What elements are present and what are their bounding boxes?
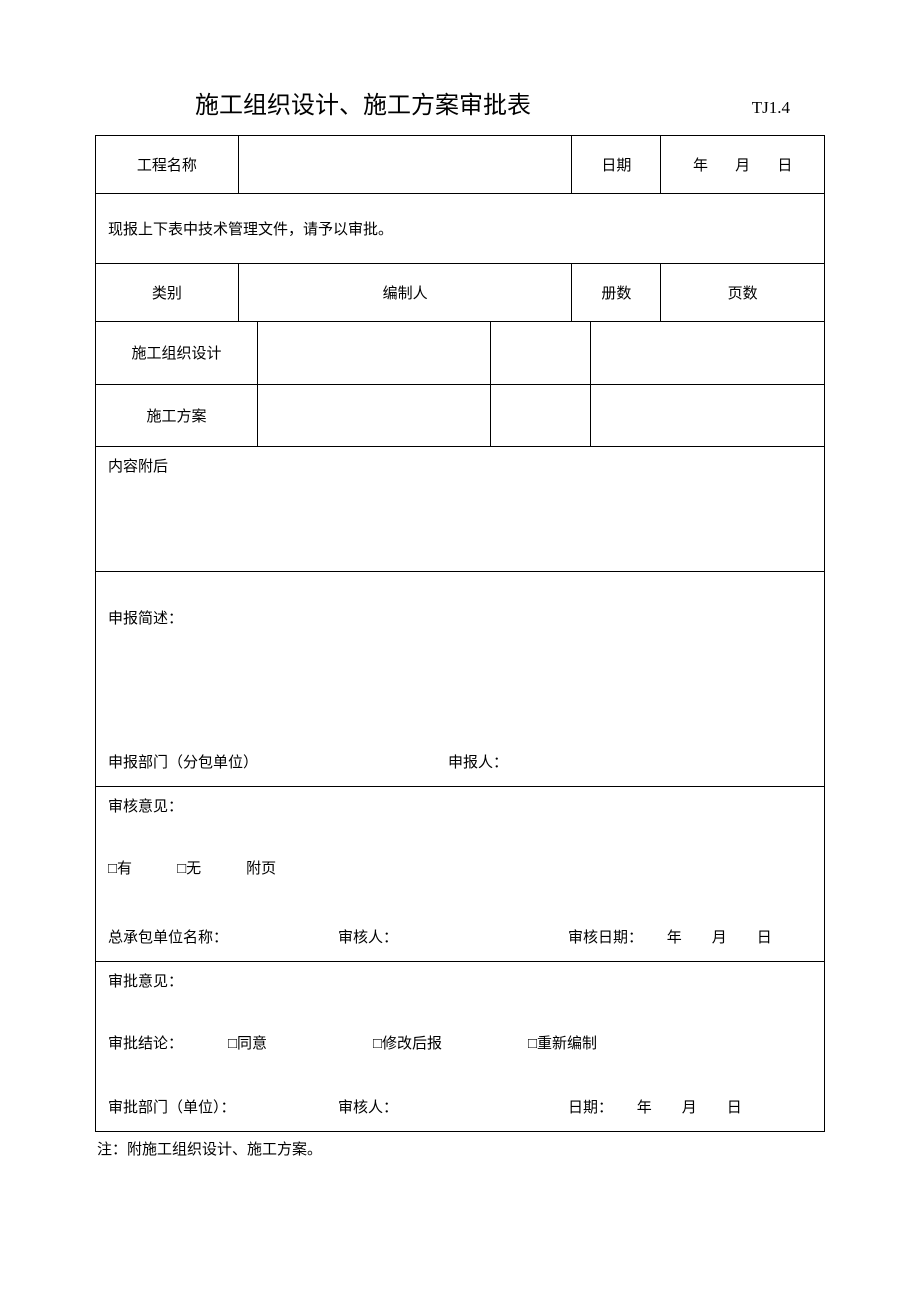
note-text: 现报上下表中技术管理文件，请予以审批。 — [96, 194, 825, 264]
content-attached[interactable]: 内容附后 — [96, 446, 825, 571]
review-section[interactable]: 审核意见： □有 □无 附页 总承包单位名称： 审核人： 审核日期： 年 月 日 — [96, 786, 825, 961]
row-table-header: 类别 编制人 册数 页数 — [96, 264, 825, 322]
row-content: 内容附后 — [96, 446, 825, 571]
row-review: 审核意见： □有 □无 附页 总承包单位名称： 审核人： 审核日期： 年 月 日 — [96, 786, 825, 961]
label-date: 日期 — [572, 136, 661, 194]
label-month: 月 — [735, 154, 750, 175]
label-reviewer: 审核人： — [338, 926, 568, 947]
label-content-attached: 内容附后 — [108, 459, 168, 475]
cell-design-label: 施工组织设计 — [96, 322, 258, 384]
th-category: 类别 — [96, 264, 239, 322]
label-report-person: 申报人： — [448, 751, 508, 772]
label-review-title: 审核意见： — [96, 787, 824, 824]
label-attach: 附页 — [246, 857, 276, 878]
label-conclusion: 审批结论： — [108, 1032, 228, 1053]
page-title: 施工组织设计、施工方案审批表 — [195, 85, 531, 120]
label-year: 年 — [693, 154, 708, 175]
cell-plan-compiler[interactable] — [258, 384, 491, 446]
footnote: 注：附施工组织设计、施工方案。 — [95, 1132, 825, 1165]
form-code: TJ1.4 — [752, 98, 790, 118]
label-day: 日 — [777, 154, 792, 175]
label-approve-month: 月 — [682, 1096, 697, 1117]
th-volumes: 册数 — [572, 264, 661, 322]
label-approve-day: 日 — [727, 1096, 742, 1117]
approval-table: 工程名称 日期 年 月 日 现报上下表中技术管理文件，请予以审批。 类别 编制人… — [95, 135, 825, 322]
label-approve-date: 日期： — [568, 1100, 613, 1116]
label-review-month: 月 — [712, 926, 727, 947]
row-note: 现报上下表中技术管理文件，请予以审批。 — [96, 194, 825, 264]
label-contractor-unit: 总承包单位名称： — [108, 926, 338, 947]
cell-design-compiler[interactable] — [258, 322, 491, 384]
label-approve-dept: 审批部门（单位）： — [108, 1096, 338, 1117]
label-review-date: 审核日期： — [568, 930, 643, 946]
label-report-dept: 申报部门（分包单位） — [108, 751, 258, 772]
row-approve: 审批意见： 审批结论： □同意 □修改后报 □重新编制 审批部门（单位）： 审核… — [96, 961, 825, 1131]
row-project: 工程名称 日期 年 月 日 — [96, 136, 825, 194]
label-review-day: 日 — [757, 926, 772, 947]
row-plan: 施工方案 — [96, 384, 825, 446]
details-table: 施工组织设计 施工方案 内容附后 申报简述： 申报部门（分包单位） 申报人： 审… — [95, 322, 825, 1132]
label-review-year: 年 — [667, 926, 682, 947]
label-project-name: 工程名称 — [96, 136, 239, 194]
checkbox-agree[interactable]: □同意 — [228, 1032, 373, 1053]
cell-plan-label: 施工方案 — [96, 384, 258, 446]
checkbox-none[interactable]: □无 — [177, 857, 201, 878]
checkbox-revise[interactable]: □修改后报 — [373, 1032, 528, 1053]
label-report-title: 申报简述： — [96, 572, 824, 628]
cell-plan-volumes[interactable] — [491, 384, 591, 446]
label-approve-person: 审核人： — [338, 1096, 568, 1117]
row-report-desc: 申报简述： 申报部门（分包单位） 申报人： — [96, 571, 825, 786]
field-date[interactable]: 年 月 日 — [661, 136, 825, 194]
field-project-name[interactable] — [238, 136, 572, 194]
approve-section[interactable]: 审批意见： 审批结论： □同意 □修改后报 □重新编制 审批部门（单位）： 审核… — [96, 961, 825, 1131]
checkbox-has[interactable]: □有 — [108, 857, 132, 878]
cell-plan-pages[interactable] — [591, 384, 825, 446]
checkbox-redo[interactable]: □重新编制 — [528, 1032, 597, 1053]
th-compiler: 编制人 — [238, 264, 572, 322]
cell-design-volumes[interactable] — [491, 322, 591, 384]
label-approve-title: 审批意见： — [96, 962, 824, 999]
th-pages: 页数 — [661, 264, 825, 322]
cell-design-pages[interactable] — [591, 322, 825, 384]
header-row: 施工组织设计、施工方案审批表 TJ1.4 — [95, 85, 825, 120]
row-design: 施工组织设计 — [96, 322, 825, 384]
report-section[interactable]: 申报简述： 申报部门（分包单位） 申报人： — [96, 571, 825, 786]
label-approve-year: 年 — [637, 1096, 652, 1117]
